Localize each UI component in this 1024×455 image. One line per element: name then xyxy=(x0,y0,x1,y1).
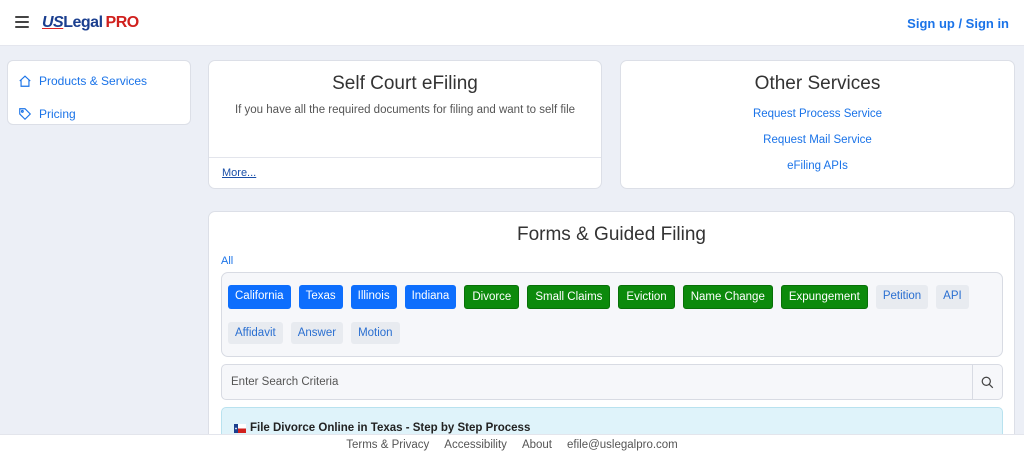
email-link[interactable]: efile@uslegalpro.com xyxy=(567,439,678,451)
filter-chip-illinois[interactable]: Illinois xyxy=(350,285,397,309)
sign-in-link[interactable]: Sign up / Sign in xyxy=(907,16,1009,31)
filter-chip-texas[interactable]: Texas xyxy=(298,285,343,309)
filter-chip-expungement[interactable]: Expungement xyxy=(780,285,868,309)
filter-chip-petition[interactable]: Petition xyxy=(875,285,929,309)
search-input[interactable] xyxy=(222,365,972,399)
divider xyxy=(209,157,601,158)
more-link[interactable]: More... xyxy=(222,167,256,179)
filter-chip-divorce[interactable]: Divorce xyxy=(464,285,520,309)
top-bar: US Legal PRO Sign up / Sign in xyxy=(0,0,1024,46)
logo-us: US xyxy=(42,14,64,31)
sidebar-item-label: Pricing xyxy=(39,107,76,121)
efiling-apis-link[interactable]: eFiling APIs xyxy=(621,158,1014,175)
other-services-title: Other Services xyxy=(754,73,881,94)
filter-chip-motion[interactable]: Motion xyxy=(351,322,400,344)
house-icon xyxy=(19,75,31,87)
sidebar-item-pricing[interactable]: Pricing xyxy=(18,102,180,126)
all-filter-link[interactable]: All xyxy=(221,255,233,267)
logo-pro: PRO xyxy=(105,14,140,31)
filter-chip-affidavit[interactable]: Affidavit xyxy=(228,322,283,344)
logo[interactable]: US Legal PRO xyxy=(42,11,139,35)
efiling-card: Self Court eFiling If you have all the r… xyxy=(208,60,602,189)
about-link[interactable]: About xyxy=(522,439,552,451)
request-process-service-link[interactable]: Request Process Service xyxy=(621,106,1014,123)
sidebar-item-products[interactable]: Products & Services xyxy=(18,69,180,93)
sidebar-item-label: Products & Services xyxy=(39,74,148,88)
filter-chip-api[interactable]: API xyxy=(936,285,969,309)
search-button[interactable] xyxy=(972,365,1002,399)
filter-chips: California Texas Illinois Indiana Divorce Sma… xyxy=(228,285,996,344)
accessibility-link[interactable]: Accessibility xyxy=(444,439,507,451)
texas-flag-icon xyxy=(234,424,246,433)
footer: Terms & Privacy Accessibility About efil… xyxy=(0,434,1024,455)
sidebar: Products & Services Pricing xyxy=(7,60,191,125)
filter-chip-eviction[interactable]: Eviction xyxy=(618,285,675,309)
filter-chip-california[interactable]: California xyxy=(228,285,291,309)
hamburger-menu-icon[interactable] xyxy=(15,16,29,28)
search-icon xyxy=(981,376,994,388)
other-services-card: Other Services Request Process Service R… xyxy=(620,60,1015,189)
filter-chip-answer[interactable]: Answer xyxy=(290,322,344,344)
filter-chip-name-change[interactable]: Name Change xyxy=(682,285,773,309)
tag-icon xyxy=(19,108,32,121)
filter-chips-box: California Texas Illinois Indiana Divorce Sma… xyxy=(221,272,1003,357)
search-bar xyxy=(221,364,1003,400)
filter-chip-indiana[interactable]: Indiana xyxy=(404,285,457,309)
terms-privacy-link[interactable]: Terms & Privacy xyxy=(346,439,429,451)
filter-chip-small-claims[interactable]: Small Claims xyxy=(527,285,611,309)
result-title: File Divorce Online in Texas - Step by S… xyxy=(250,422,531,434)
forms-title: Forms & Guided Filing xyxy=(516,224,706,245)
efiling-title: Self Court eFiling xyxy=(332,73,478,94)
efiling-description: If you have all the required documents f… xyxy=(234,104,576,116)
request-mail-service-link[interactable]: Request Mail Service xyxy=(621,132,1014,149)
forms-card: Forms & Guided Filing All California Texa… xyxy=(208,211,1015,455)
logo-legal: Legal xyxy=(63,14,103,31)
